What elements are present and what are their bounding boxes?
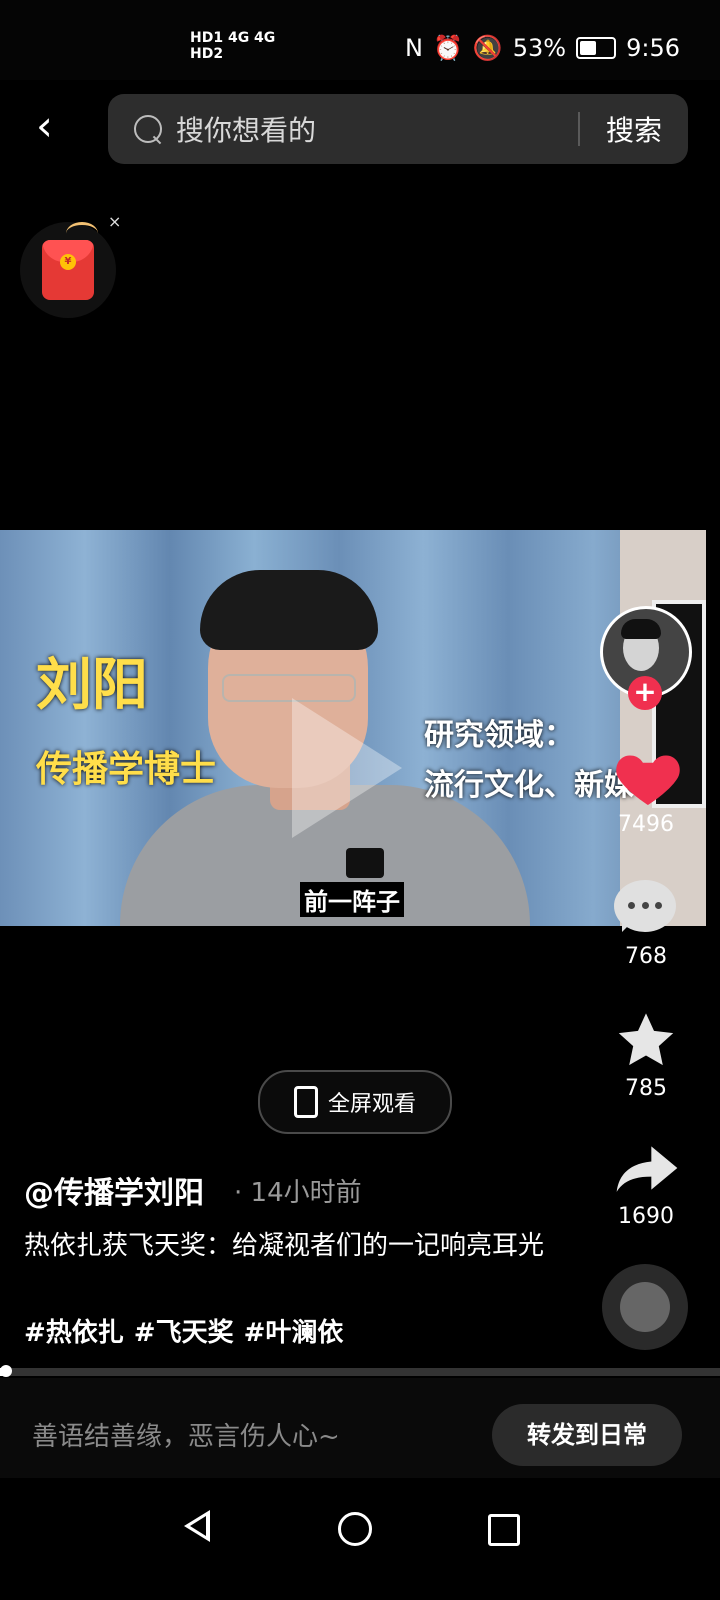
search-divider (577, 112, 580, 146)
video-progress-bar[interactable] (0, 1365, 720, 1377)
comment-icon[interactable] (614, 880, 676, 932)
network-indicators: HD1 4G 4G HD2 (190, 30, 276, 62)
mute-icon: 🔕 (472, 34, 503, 62)
hashtag[interactable]: #叶澜依 (244, 1312, 344, 1349)
nfc-icon: N (405, 34, 423, 62)
fullscreen-label: 全屏观看 (327, 1092, 416, 1117)
favorite-star-icon[interactable] (614, 1008, 678, 1072)
hashtag-list: #热依扎 #飞天奖 #叶澜依 (24, 1312, 343, 1349)
overlay-field-label: 研究领域： (424, 718, 574, 753)
status-bar: HD1 4G 4G HD2 N ⏰ 🔕 53% 9:56 (0, 0, 720, 80)
status-right: N ⏰ 🔕 53% 9:56 (405, 34, 680, 62)
play-icon[interactable] (292, 698, 402, 838)
author-name[interactable]: @传播学刘阳 (24, 1168, 204, 1212)
back-icon[interactable]: ‹ (36, 105, 76, 148)
battery-percent: 53% (512, 34, 567, 62)
search-button[interactable]: 搜索 (606, 109, 662, 149)
hashtag[interactable]: #飞天奖 (134, 1312, 234, 1349)
comment-count: 768 (625, 944, 667, 969)
comment-input[interactable]: 善语结善缘，恶言伤人心~ (32, 1416, 340, 1453)
video-player[interactable]: 刘阳 传播学博士 研究领域： 流行文化、新媒 前一阵子 (0, 530, 706, 926)
nav-back-icon-inner (190, 1516, 206, 1536)
clock: 9:56 (626, 34, 680, 62)
search-input[interactable]: 搜你想看的 (176, 109, 578, 149)
overlay-title: 传播学博士 (36, 749, 217, 790)
rotate-phone-icon (293, 1086, 318, 1118)
post-time: · 14小时前 (234, 1178, 362, 1208)
search-bar[interactable]: 搜你想看的 搜索 (108, 94, 688, 164)
nav-recents-icon[interactable] (488, 1514, 520, 1546)
nav-home-icon[interactable] (338, 1512, 372, 1546)
like-heart-icon[interactable] (612, 742, 684, 814)
repost-button[interactable]: 转发到日常 (492, 1404, 682, 1466)
progress-handle[interactable] (0, 1365, 12, 1377)
battery-icon (576, 37, 617, 59)
red-packet-close-icon[interactable]: × (108, 212, 121, 231)
red-packet-icon[interactable]: ¥ (42, 240, 94, 300)
lapel-mic (346, 848, 384, 878)
fullscreen-button[interactable]: 全屏观看 (258, 1070, 452, 1134)
overlay-name: 刘阳 (36, 653, 148, 718)
follow-button[interactable]: + (628, 676, 662, 710)
music-disc-icon[interactable] (602, 1264, 688, 1350)
overlay-field-value: 流行文化、新媒 (424, 768, 634, 803)
like-count: 7496 (618, 812, 674, 837)
share-count: 1690 (618, 1204, 674, 1229)
post-description[interactable]: 热依扎获飞天奖：给凝视者们的一记响亮耳光 (24, 1224, 584, 1268)
alarm-icon: ⏰ (432, 34, 463, 62)
search-icon (134, 115, 162, 143)
video-subtitle: 前一阵子 (300, 882, 404, 917)
favorite-count: 785 (625, 1076, 667, 1101)
hashtag[interactable]: #热依扎 (24, 1312, 124, 1349)
person-hair (200, 570, 378, 650)
share-arrow-icon[interactable] (614, 1142, 680, 1194)
